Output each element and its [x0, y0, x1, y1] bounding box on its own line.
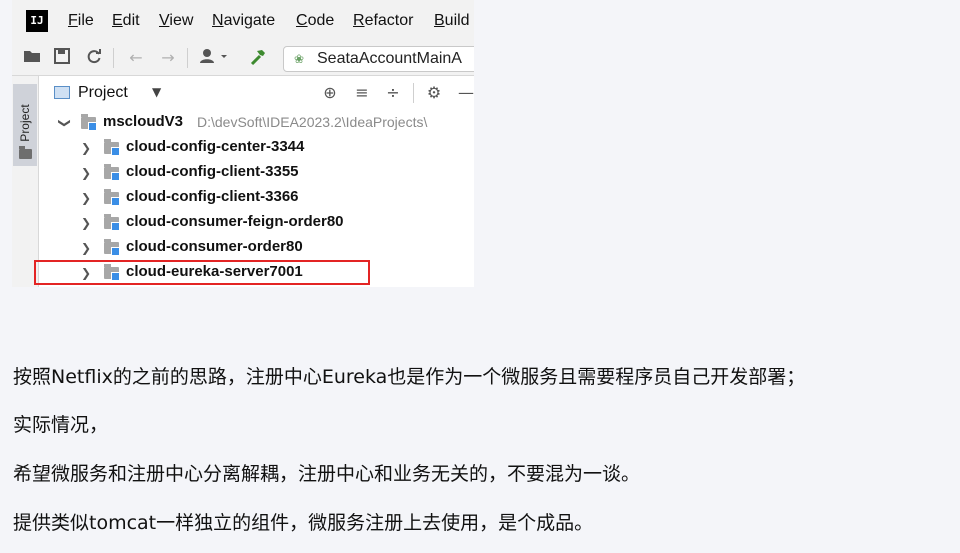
hammer-icon[interactable]	[248, 48, 268, 68]
menu-refactor[interactable]: Refactor	[353, 12, 413, 30]
gear-icon[interactable]: ⚙	[425, 84, 443, 102]
run-configuration-label: SeataAccountMainA	[317, 50, 462, 67]
project-window-icon	[54, 86, 70, 99]
project-panel-header: Project ▼ ⊕ ≡ ÷ ⚙ —	[39, 76, 474, 110]
module-folder-icon	[104, 189, 120, 206]
tree-module-row[interactable]: ❯ cloud-config-client-3366	[39, 187, 474, 212]
ide-screenshot: IJ File Edit View Navigate Code Refactor…	[12, 0, 474, 287]
spring-leaf-icon: ❀	[294, 52, 305, 66]
chevron-right-icon[interactable]: ❯	[80, 216, 92, 230]
menu-edit[interactable]: Edit	[112, 12, 140, 30]
menu-view[interactable]: View	[159, 12, 193, 30]
project-tool-tab-label: Project	[18, 104, 32, 142]
tree-module-row[interactable]: ❯ cloud-config-center-3344	[39, 137, 474, 162]
forward-arrow-icon[interactable]: →	[158, 48, 178, 68]
menu-file[interactable]: File	[68, 12, 94, 30]
module-folder-icon	[104, 164, 120, 181]
menu-navigate[interactable]: Navigate	[212, 12, 275, 30]
tree-module-row[interactable]: ❯ cloud-consumer-feign-order80	[39, 212, 474, 237]
article-paragraph: 实际情况，	[13, 414, 109, 436]
module-folder-icon	[104, 139, 120, 156]
sync-icon[interactable]	[84, 48, 104, 68]
chevron-right-icon[interactable]: ❯	[80, 241, 92, 255]
menu-code[interactable]: Code	[296, 12, 334, 30]
expand-all-icon[interactable]: ≡	[353, 84, 371, 102]
run-configuration-selector[interactable]: ❀ SeataAccountMainA	[283, 46, 474, 72]
chevron-down-icon[interactable]: ▼	[152, 85, 161, 99]
chevron-right-icon[interactable]: ❯	[80, 191, 92, 205]
menu-bar: IJ File Edit View Navigate Code Refactor…	[12, 0, 474, 42]
chevron-right-icon[interactable]: ❯	[80, 141, 92, 155]
back-arrow-icon[interactable]: ←	[126, 48, 146, 68]
article-paragraph: 按照Netflix的之前的思路，注册中心Eureka也是作为一个微服务且需要程序…	[13, 366, 806, 388]
project-view-title[interactable]: Project	[78, 84, 128, 102]
project-tool-tab[interactable]: Project	[13, 84, 37, 166]
open-folder-icon[interactable]	[22, 48, 42, 68]
module-folder-icon	[104, 214, 120, 231]
intellij-logo-icon[interactable]: IJ	[26, 10, 48, 32]
tree-root-path: D:\devSoft\IDEA2023.2\IdeaProjects\	[197, 114, 428, 130]
tree-root-label: mscloudV3	[103, 113, 184, 130]
tree-module-row[interactable]: ❯ cloud-config-client-3355	[39, 162, 474, 187]
minimize-icon[interactable]: —	[457, 84, 474, 102]
tree-root-row[interactable]: ❯ mscloudV3 D:\devSoft\IDEA2023.2\IdeaPr…	[39, 112, 474, 137]
highlight-box	[34, 260, 370, 285]
module-label: cloud-consumer-feign-order80	[126, 213, 344, 230]
chevron-down-icon[interactable]: ❯	[58, 117, 72, 129]
chevron-right-icon[interactable]: ❯	[80, 166, 92, 180]
target-icon[interactable]: ⊕	[321, 84, 339, 102]
main-toolbar: ← → ❀ SeataAccountMainA	[12, 42, 474, 76]
module-label: cloud-config-client-3355	[126, 163, 299, 180]
module-label: cloud-consumer-order80	[126, 238, 303, 255]
user-icon[interactable]	[198, 48, 230, 68]
article-paragraph: 提供类似tomcat一样独立的组件，微服务注册上去使用，是个成品。	[13, 512, 594, 534]
collapse-all-icon[interactable]: ÷	[384, 84, 402, 102]
tree-module-row[interactable]: ❯ cloud-consumer-order80	[39, 237, 474, 262]
article-paragraph: 希望微服务和注册中心分离解耦，注册中心和业务无关的，不要混为一谈。	[13, 463, 641, 485]
tool-window-strip: Project	[12, 76, 39, 287]
module-folder-icon	[81, 114, 97, 131]
folder-icon	[19, 146, 32, 159]
module-label: cloud-config-center-3344	[126, 138, 305, 155]
menu-build[interactable]: Build	[434, 12, 470, 30]
module-label: cloud-config-client-3366	[126, 188, 299, 205]
save-icon[interactable]	[52, 48, 72, 68]
module-folder-icon	[104, 239, 120, 256]
